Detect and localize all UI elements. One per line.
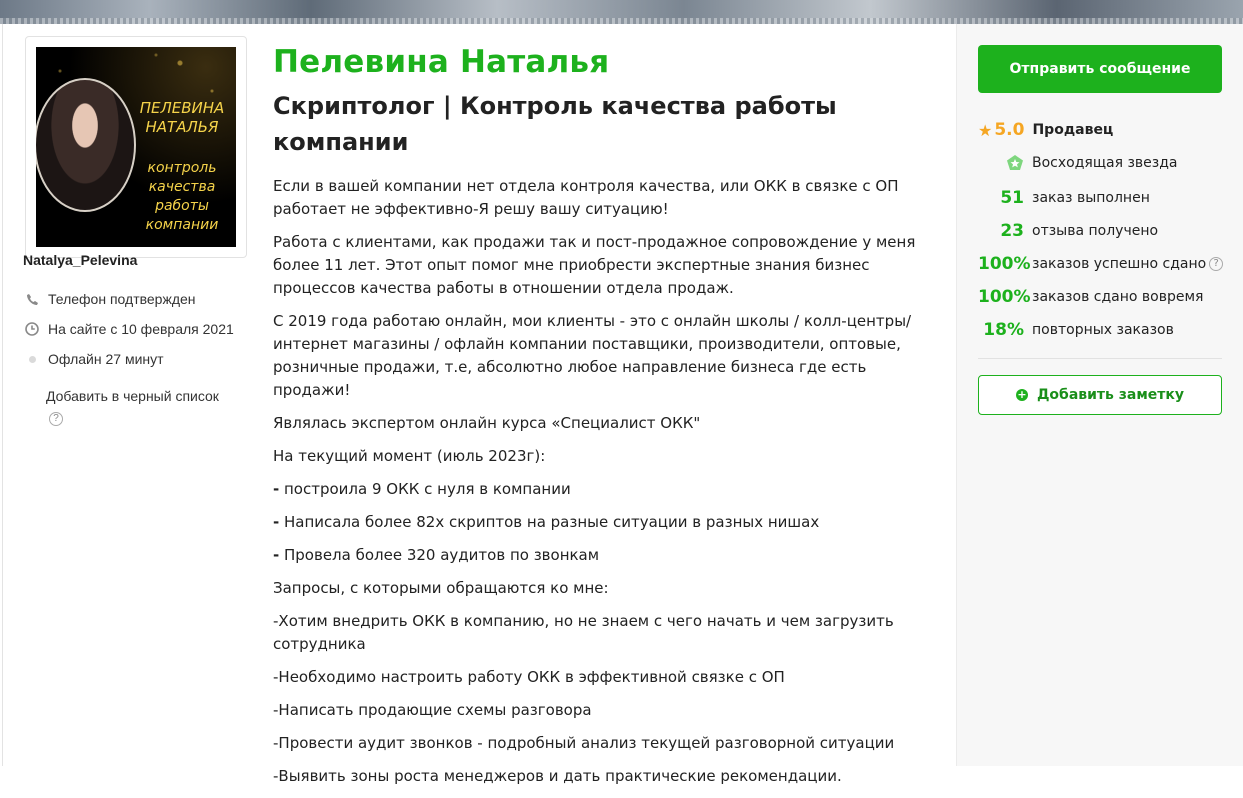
badge-text: Восходящая звезда <box>1032 155 1178 171</box>
status-dot-icon <box>25 352 39 366</box>
blacklist-link[interactable]: Добавить в черный список? <box>46 385 226 429</box>
seller-role: Продавец <box>1032 122 1114 138</box>
rising-star-badge-icon <box>1007 155 1023 170</box>
add-note-button[interactable]: + Добавить заметку <box>978 375 1222 415</box>
phone-icon <box>25 292 39 306</box>
plus-circle-icon: + <box>1015 388 1028 401</box>
stat-row: 51 заказ выполнен <box>1000 188 1150 208</box>
profile-card: ПЕЛЕВИНА НАТАЛЬЯ контроль качества работ… <box>2 24 1243 785</box>
phone-verified-row: Телефон подтвержден <box>25 291 196 307</box>
description-paragraph: Если в вашей компании нет отдела контрол… <box>273 177 899 218</box>
profile-cover-banner <box>0 0 1243 24</box>
achievement-item: - Написала более 82х скриптов на разные … <box>273 513 820 531</box>
online-status-row: Офлайн 27 минут <box>25 351 164 367</box>
seller-badge: Восходящая звезда <box>978 154 1228 172</box>
seller-rating: ★ 5.0 Продавец <box>978 120 1228 140</box>
stat-row: 18% повторных заказов <box>983 320 1174 340</box>
add-note-label[interactable]: Добавить заметку <box>1037 387 1184 403</box>
avatar-image: ПЕЛЕВИНА НАТАЛЬЯ контроль качества работ… <box>36 47 236 247</box>
profile-headline: Скриптолог | Контроль качества работы ко… <box>273 92 837 156</box>
rating-value: 5.0 <box>994 120 1025 140</box>
avatar: ПЕЛЕВИНА НАТАЛЬЯ контроль качества работ… <box>25 36 247 258</box>
request-item: -Хотим внедрить ОКК в компанию, но не зн… <box>273 612 894 653</box>
avatar-title-text: ПЕЛЕВИНА НАТАЛЬЯ <box>139 99 225 136</box>
achievement-item: - построила 9 ОКК с нуля в компании <box>273 480 571 498</box>
request-item: -Провести аудит звонков - подробный анал… <box>273 734 895 752</box>
star-icon: ★ <box>978 120 993 140</box>
achievement-item: - Провела более 320 аудитов по звонкам <box>273 546 600 564</box>
description-paragraph: Являлась экспертом онлайн курса «Специал… <box>273 414 701 432</box>
online-status-text: Офлайн 27 минут <box>48 351 164 367</box>
description-paragraph: На текущий момент (июль 2023г): <box>273 447 546 465</box>
clock-icon <box>25 322 39 336</box>
member-since-text: На сайте с 10 февраля 2021 <box>48 321 234 337</box>
profile-description: Если в вашей компании нет отдела контрол… <box>273 175 933 798</box>
requests-title: Запросы, с которыми обращаются ко мне: <box>273 579 609 597</box>
stat-row: 100% заказов успешно сдано ? <box>978 254 1228 274</box>
request-item: -Необходимо настроить работу ОКК в эффек… <box>273 668 785 686</box>
stat-row: 100% заказов сдано вовремя <box>978 287 1204 307</box>
help-icon[interactable]: ? <box>1209 257 1224 271</box>
blacklist-text[interactable]: Добавить в черный список <box>46 388 219 404</box>
sidebar-divider <box>978 358 1222 359</box>
avatar-photo <box>36 78 136 212</box>
member-since-row: На сайте с 10 февраля 2021 <box>25 321 234 337</box>
phone-verified-text: Телефон подтвержден <box>48 291 196 307</box>
description-paragraph: Работа с клиентами, как продажи так и по… <box>273 233 916 297</box>
request-item: -Выявить зоны роста менеджеров и дать пр… <box>273 767 842 785</box>
seller-name: Пелевина Наталья <box>273 44 610 80</box>
username: Natalya_Pelevina <box>23 252 138 268</box>
avatar-subtitle-text: контроль качества работы компании <box>145 160 219 233</box>
request-item: -Написать продающие схемы разговора <box>273 701 592 719</box>
description-paragraph: С 2019 года работаю онлайн, мои клиенты … <box>273 312 912 399</box>
send-message-button[interactable]: Отправить сообщение <box>978 45 1222 93</box>
seller-sidebar: Отправить сообщение ★ 5.0 Продавец Восхо… <box>956 24 1243 766</box>
help-icon[interactable]: ? <box>49 412 63 427</box>
stat-row: 23 отзыва получено <box>1000 221 1159 241</box>
